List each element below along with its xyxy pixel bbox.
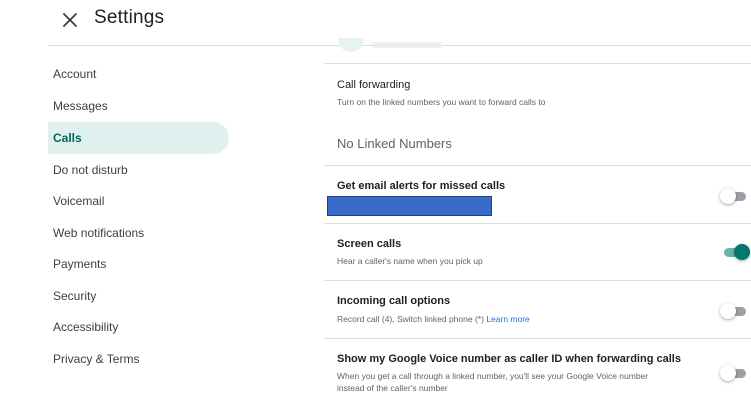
header: Settings xyxy=(0,0,751,44)
settings-page: Settings Account Messages Calls Do not d… xyxy=(0,0,751,402)
sidebar-item-web-notifications[interactable]: Web notifications xyxy=(48,217,229,249)
divider xyxy=(324,165,751,166)
sidebar-item-voicemail[interactable]: Voicemail xyxy=(48,185,229,217)
redacted-email-box xyxy=(327,196,492,216)
screen-calls-subtitle: Hear a caller's name when you pick up xyxy=(337,256,483,266)
sidebar-item-accessibility[interactable]: Accessibility xyxy=(48,311,229,343)
divider xyxy=(324,223,751,224)
incoming-call-options-title: Incoming call options xyxy=(337,295,451,307)
toggle-knob xyxy=(720,188,736,204)
page-title: Settings xyxy=(94,7,165,28)
learn-more-link[interactable]: Learn more xyxy=(486,314,529,324)
calls-settings-panel: Call forwarding Turn on the linked numbe… xyxy=(324,38,751,402)
sidebar-item-account[interactable]: Account xyxy=(48,58,229,90)
sidebar-item-do-not-disturb[interactable]: Do not disturb xyxy=(48,154,229,186)
caller-id-title: Show my Google Voice number as caller ID… xyxy=(337,353,681,365)
incoming-call-options-subtitle: Record call (4), Switch linked phone (*)… xyxy=(337,313,530,325)
sidebar-item-privacy-terms[interactable]: Privacy & Terms xyxy=(48,343,229,375)
incoming-call-options-toggle[interactable] xyxy=(720,301,750,321)
caller-id-toggle[interactable] xyxy=(720,363,750,383)
email-alerts-toggle[interactable] xyxy=(720,186,750,206)
caller-id-subtitle-line1: When you get a call through a linked num… xyxy=(337,371,649,381)
sidebar-item-messages[interactable]: Messages xyxy=(48,90,229,122)
sidebar-item-payments[interactable]: Payments xyxy=(48,248,229,280)
no-linked-numbers-text: No Linked Numbers xyxy=(337,136,452,151)
phone-number-partial xyxy=(372,42,442,48)
caller-id-subtitle-line2: instead of the caller's number xyxy=(337,383,448,393)
divider xyxy=(324,63,751,64)
avatar xyxy=(338,38,364,52)
divider xyxy=(324,338,751,339)
incoming-call-options-text: Record call (4), Switch linked phone (*) xyxy=(337,314,484,324)
call-forwarding-subtitle: Turn on the linked numbers you want to f… xyxy=(337,97,546,107)
close-button[interactable] xyxy=(58,8,82,32)
divider xyxy=(324,280,751,281)
screen-calls-toggle[interactable] xyxy=(720,242,750,262)
email-alerts-title: Get email alerts for missed calls xyxy=(337,180,506,192)
call-forwarding-title: Call forwarding xyxy=(337,79,411,91)
sidebar-item-security[interactable]: Security xyxy=(48,280,229,312)
toggle-knob xyxy=(734,244,750,260)
close-icon xyxy=(63,13,77,27)
toggle-knob xyxy=(720,365,736,381)
sidebar-item-calls[interactable]: Calls xyxy=(48,122,229,154)
toggle-knob xyxy=(720,303,736,319)
screen-calls-title: Screen calls xyxy=(337,238,402,250)
